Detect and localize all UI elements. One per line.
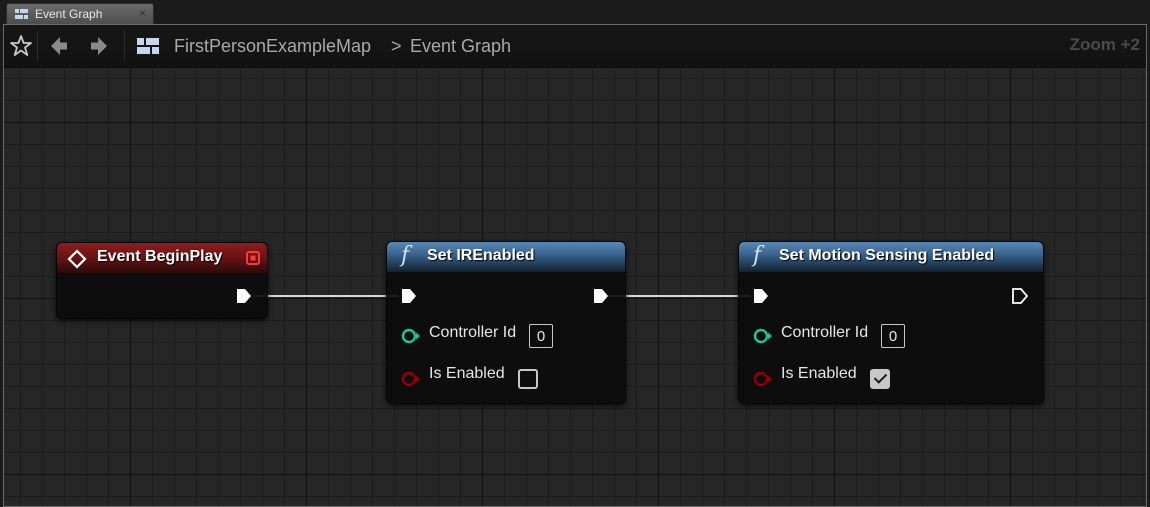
node-title: Event BeginPlay xyxy=(97,248,223,265)
tab-event-graph[interactable]: Event Graph × xyxy=(6,3,154,24)
is-enabled-label: Is Enabled xyxy=(781,365,857,382)
exec-in-pin[interactable] xyxy=(752,287,770,305)
controller-id-input[interactable]: 0 xyxy=(881,324,905,348)
node-title: Set Motion Sensing Enabled xyxy=(779,247,995,264)
exec-out-pin[interactable] xyxy=(235,287,253,305)
node-event-beginplay[interactable]: Event BeginPlay xyxy=(56,242,268,319)
bool-pin-icon[interactable] xyxy=(400,370,422,388)
is-enabled-checkbox[interactable] xyxy=(870,369,890,389)
event-diamond-icon xyxy=(67,249,87,269)
int-pin-icon[interactable] xyxy=(752,327,774,345)
is-enabled-label: Is Enabled xyxy=(429,365,505,382)
controller-id-label: Controller Id xyxy=(429,324,517,341)
controller-id-label: Controller Id xyxy=(781,324,869,341)
node-title: Set IREnabled xyxy=(427,247,535,264)
function-icon: f xyxy=(753,243,762,268)
int-pin-icon[interactable] xyxy=(400,327,422,345)
exec-out-pin-unconnected[interactable] xyxy=(1011,287,1029,305)
delegate-pin-icon[interactable] xyxy=(245,250,261,266)
is-enabled-checkbox[interactable] xyxy=(518,369,538,389)
tab-label: Event Graph xyxy=(35,7,103,21)
node-set-irenabled[interactable]: f Set IREnabled Controller Id 0 Is Enabl… xyxy=(386,241,626,404)
node-set-motion-sensing-enabled[interactable]: f Set Motion Sensing Enabled Controller … xyxy=(738,241,1044,404)
controller-id-input[interactable]: 0 xyxy=(529,324,553,348)
graph-panel[interactable]: FirstPersonExampleMap > Event Graph Zoom… xyxy=(3,24,1147,507)
exec-out-pin[interactable] xyxy=(592,287,610,305)
graph-icon xyxy=(15,9,28,19)
exec-in-pin[interactable] xyxy=(400,287,418,305)
bool-pin-icon[interactable] xyxy=(752,370,774,388)
function-icon: f xyxy=(401,243,410,268)
tab-bar: Event Graph × xyxy=(0,0,1150,24)
close-icon[interactable]: × xyxy=(139,6,146,20)
